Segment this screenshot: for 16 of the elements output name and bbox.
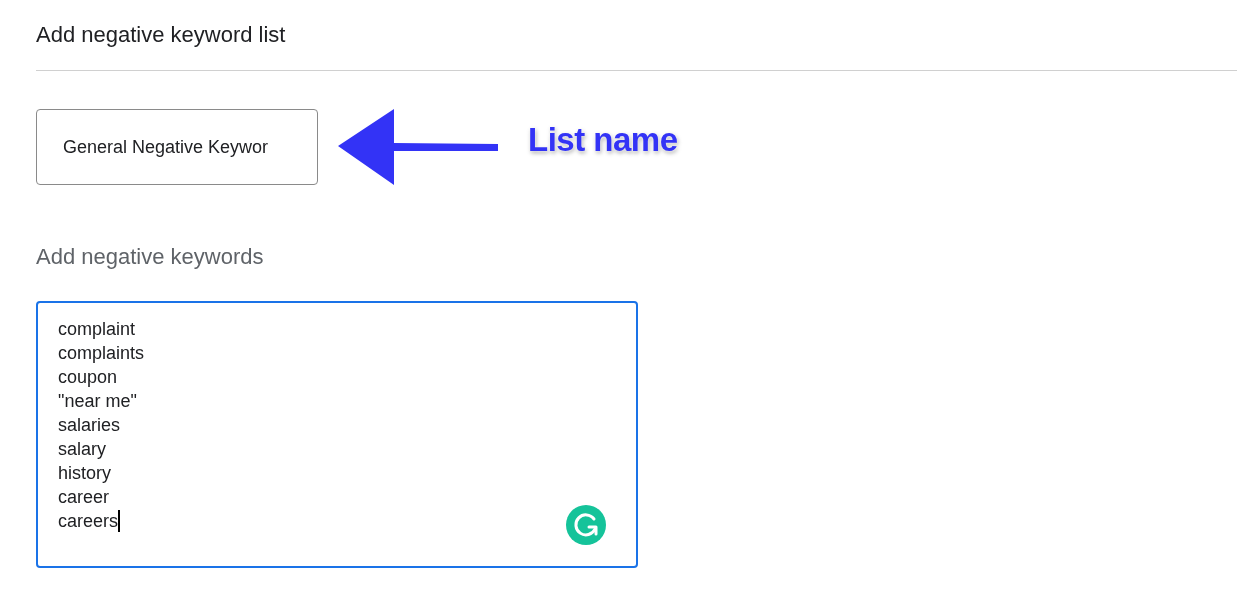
page-title: Add negative keyword list [36,21,287,49]
keyword-text: salary [58,438,106,461]
annotation-label: List name [528,121,678,159]
keyword-text: complaint [58,318,136,341]
keyword-text: "near me" [58,390,137,413]
keyword-text: complaints [58,342,145,365]
keywords-field[interactable]: complaint complaints coupon "near me" salaries salary history career careers [36,301,638,568]
keyword-text: coupon [58,366,118,389]
keyword-text: career [58,486,110,509]
list-name-field[interactable]: General Negative Keywor [36,109,318,185]
arrow-icon [338,109,498,185]
text-cursor [118,510,121,532]
keyword-text: careers [58,510,119,533]
keyword-text: salaries [58,414,121,437]
keyword-text: history [58,462,111,485]
section-label: Add negative keywords [36,243,265,271]
